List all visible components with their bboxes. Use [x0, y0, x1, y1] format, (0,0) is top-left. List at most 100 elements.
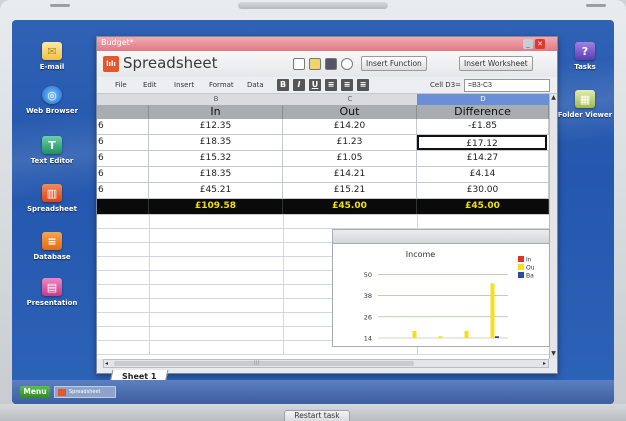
header-row: In Out Difference	[97, 105, 549, 119]
insert-function-button[interactable]: Insert Function	[361, 56, 427, 71]
horizontal-scrollbar[interactable]: ◂ ||| ▸	[103, 359, 549, 368]
cell-in[interactable]: £12.35	[149, 119, 283, 134]
menu-file[interactable]: File	[115, 81, 127, 89]
cell-out[interactable]: £15.21	[283, 183, 417, 198]
bold-button[interactable]: B	[277, 79, 289, 91]
grid-line	[283, 285, 284, 299]
window-title-bar[interactable]: Budget* _ ✕	[97, 37, 557, 51]
grid-line	[149, 313, 150, 327]
y-tick-label-1: 26	[364, 313, 372, 321]
dock-tasks[interactable]: ? Tasks	[556, 42, 614, 71]
minimize-button[interactable]: _	[523, 39, 533, 49]
selected-cell-difference[interactable]: £17.12	[417, 135, 547, 150]
cell-in[interactable]: £18.35	[149, 135, 283, 150]
cell-difference[interactable]: -£1.85	[417, 119, 549, 134]
dock-web-browser[interactable]: ◎ Web Browser	[13, 86, 91, 115]
total-in[interactable]: £109.58	[149, 199, 283, 214]
cell-a[interactable]: 6	[97, 167, 149, 182]
y-tick-label-0: 14	[364, 335, 372, 343]
cell-a[interactable]: 6	[97, 183, 149, 198]
scroll-right-icon[interactable]: ▸	[543, 360, 546, 367]
left-dock: ✉ E-mail ◎ Web Browser T Text Editor ▥ S…	[12, 20, 92, 380]
grid-line	[283, 243, 284, 257]
dock-web-browser-label: Web Browser	[25, 107, 79, 115]
column-letter-b[interactable]: B	[149, 94, 283, 105]
grid-line	[149, 257, 150, 271]
total-out[interactable]: £45.00	[283, 199, 417, 214]
cell-in[interactable]: £45.21	[149, 183, 283, 198]
scroll-down-icon[interactable]: ▼	[550, 350, 557, 358]
cell-difference[interactable]: £30.00	[417, 183, 549, 198]
menu-insert[interactable]: Insert	[174, 81, 194, 89]
taskbar-spreadsheet-button[interactable]: Spreadsheet	[54, 386, 116, 398]
cell-out[interactable]: £14.21	[283, 167, 417, 182]
header-cell-out[interactable]: Out	[283, 105, 417, 119]
header-cell-in[interactable]: In	[149, 105, 283, 119]
total-difference[interactable]: £45.00	[417, 199, 549, 214]
cell-out[interactable]: £1.23	[283, 135, 417, 150]
cell-out[interactable]: £1.05	[283, 151, 417, 166]
scroll-left-icon[interactable]: ◂	[105, 360, 108, 367]
grid-line	[149, 215, 150, 229]
align-right-icon[interactable]: ≡	[357, 79, 369, 91]
align-center-icon[interactable]: ≡	[341, 79, 353, 91]
income-chart[interactable]: Income 14 26 38 50 In Ou Ba	[332, 229, 550, 347]
header-cell-difference[interactable]: Difference	[417, 105, 549, 119]
grid-line	[417, 215, 418, 229]
scroll-up-icon[interactable]: ▲	[550, 94, 557, 102]
restart-task-button[interactable]: Restart task	[284, 410, 350, 421]
menu-format[interactable]: Format	[209, 81, 234, 89]
database-icon: ≡	[42, 232, 62, 250]
dock-text-editor[interactable]: T Text Editor	[13, 136, 91, 165]
empty-table-row[interactable]	[97, 215, 549, 229]
cell-a[interactable]: 6	[97, 119, 149, 134]
cell-a[interactable]: 6	[97, 135, 149, 150]
cell-reference: Cell D3=	[430, 81, 462, 89]
dock-database[interactable]: ≡ Database	[13, 232, 91, 261]
grid-line	[149, 299, 150, 313]
menu-data[interactable]: Data	[247, 81, 264, 89]
taskbar: Menu Spreadsheet	[12, 380, 614, 404]
dock-spreadsheet[interactable]: ▥ Spreadsheet	[13, 184, 91, 213]
legend-swatch-2	[518, 272, 524, 278]
dock-presentation-label: Presentation	[26, 299, 78, 307]
spreadsheet-logo-icon: lılı	[103, 56, 119, 72]
cell-a[interactable]	[97, 199, 149, 214]
menu-edit[interactable]: Edit	[143, 81, 157, 89]
legend-swatch-0	[518, 256, 524, 262]
new-document-icon[interactable]	[293, 58, 305, 70]
chart-bar-ou-1	[412, 330, 417, 338]
dock-email[interactable]: ✉ E-mail	[13, 42, 91, 71]
column-letter-d[interactable]: D	[417, 94, 549, 105]
dock-presentation[interactable]: ▤ Presentation	[13, 278, 91, 307]
underline-button[interactable]: U	[309, 79, 321, 91]
cell-out[interactable]: £14.20	[283, 119, 417, 134]
cell-in[interactable]: £18.35	[149, 167, 283, 182]
cell-difference[interactable]: £4.14	[417, 167, 549, 182]
save-disk-icon[interactable]	[325, 58, 337, 70]
table-row: 6 £18.35 £14.21 £4.14	[97, 167, 549, 183]
start-menu-button[interactable]: Menu	[20, 386, 50, 398]
column-letter-c[interactable]: C	[283, 94, 417, 105]
chart-title-bar[interactable]	[333, 230, 549, 244]
cell-a[interactable]: 6	[97, 151, 149, 166]
print-icon[interactable]	[341, 58, 353, 70]
app-header: lılı Spreadsheet Insert Function Insert …	[97, 51, 557, 77]
open-folder-icon[interactable]	[309, 58, 321, 70]
grid-line	[283, 327, 284, 341]
header-cell-a[interactable]	[97, 105, 149, 119]
dock-folder-viewer[interactable]: ▦ Folder Viewer	[556, 90, 614, 119]
align-left-icon[interactable]: ≡	[325, 79, 337, 91]
close-button[interactable]: ✕	[535, 39, 545, 49]
italic-button[interactable]: I	[293, 79, 305, 91]
menu-bar: File Edit Insert Format Data B I U ≡ ≡ ≡…	[97, 77, 557, 94]
grid-line	[149, 243, 150, 257]
insert-worksheet-button[interactable]: Insert Worksheet	[459, 56, 533, 71]
formula-input[interactable]	[464, 79, 550, 92]
horizontal-scroll-thumb[interactable]	[114, 361, 414, 366]
chart-bar-ba-4	[495, 336, 499, 338]
dock-tasks-label: Tasks	[574, 63, 596, 71]
cell-in[interactable]: £15.32	[149, 151, 283, 166]
cell-difference[interactable]: £14.27	[417, 151, 549, 166]
desktop: ✉ E-mail ◎ Web Browser T Text Editor ▥ S…	[12, 20, 614, 404]
